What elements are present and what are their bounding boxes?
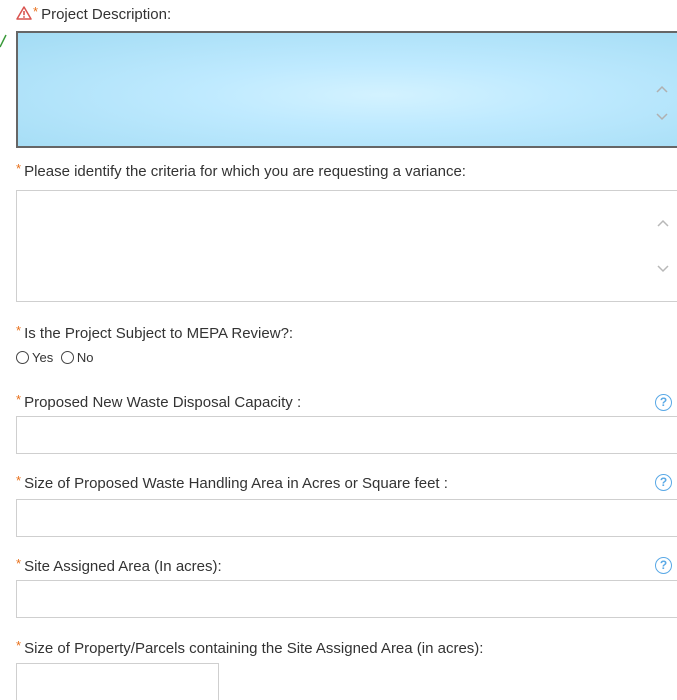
project-description-textarea[interactable] [16, 31, 677, 148]
criteria-label-text: Please identify the criteria for which y… [24, 163, 466, 180]
edge-mark-icon [0, 34, 7, 48]
site-assigned-input[interactable] [16, 580, 677, 618]
project-description-label: * Project Description: [16, 4, 172, 24]
required-marker: * [16, 323, 22, 338]
warning-icon [16, 6, 32, 20]
mepa-label-text: Is the Project Subject to MEPA Review?: [24, 325, 294, 342]
required-marker: * [16, 161, 22, 176]
mepa-radio-group: Yes No [16, 350, 93, 366]
required-marker: * [16, 556, 22, 571]
site-assigned-label: * Site Assigned Area (In acres): [16, 556, 222, 576]
required-marker: * [16, 392, 22, 407]
disposal-capacity-input[interactable] [16, 416, 677, 454]
help-icon[interactable]: ? [655, 474, 672, 491]
chevron-down-icon[interactable] [656, 113, 668, 121]
project-description-label-text: Project Description: [41, 6, 172, 23]
handling-area-label-text: Size of Proposed Waste Handling Area in … [24, 475, 448, 492]
mepa-yes-label[interactable]: Yes [32, 350, 53, 365]
required-marker: * [16, 638, 22, 653]
property-size-label: * Size of Property/Parcels containing the… [16, 638, 484, 658]
required-marker: * [33, 4, 39, 19]
mepa-label: * Is the Project Subject to MEPA Review?: [16, 323, 294, 343]
site-assigned-label-text: Site Assigned Area (In acres): [24, 558, 222, 575]
chevron-up-icon[interactable] [656, 85, 668, 93]
handling-area-input[interactable] [16, 499, 677, 537]
criteria-label: * Please identify the criteria for which … [16, 161, 466, 181]
help-icon[interactable]: ? [655, 394, 672, 411]
mepa-no-radio[interactable] [60, 351, 74, 364]
disposal-capacity-label: * Proposed New Waste Disposal Capacity : [16, 392, 302, 412]
help-icon[interactable]: ? [655, 557, 672, 574]
required-marker: * [16, 473, 22, 488]
disposal-capacity-label-text: Proposed New Waste Disposal Capacity : [24, 394, 302, 411]
property-size-label-text: Size of Property/Parcels containing the … [24, 640, 484, 657]
property-size-input[interactable] [16, 663, 219, 700]
mepa-yes-radio[interactable] [16, 351, 29, 364]
chevron-down-icon[interactable] [657, 265, 669, 273]
criteria-textarea[interactable] [16, 190, 677, 302]
chevron-up-icon[interactable] [657, 219, 669, 227]
handling-area-label: * Size of Proposed Waste Handling Area in… [16, 473, 448, 493]
mepa-no-label[interactable]: No [77, 350, 94, 365]
